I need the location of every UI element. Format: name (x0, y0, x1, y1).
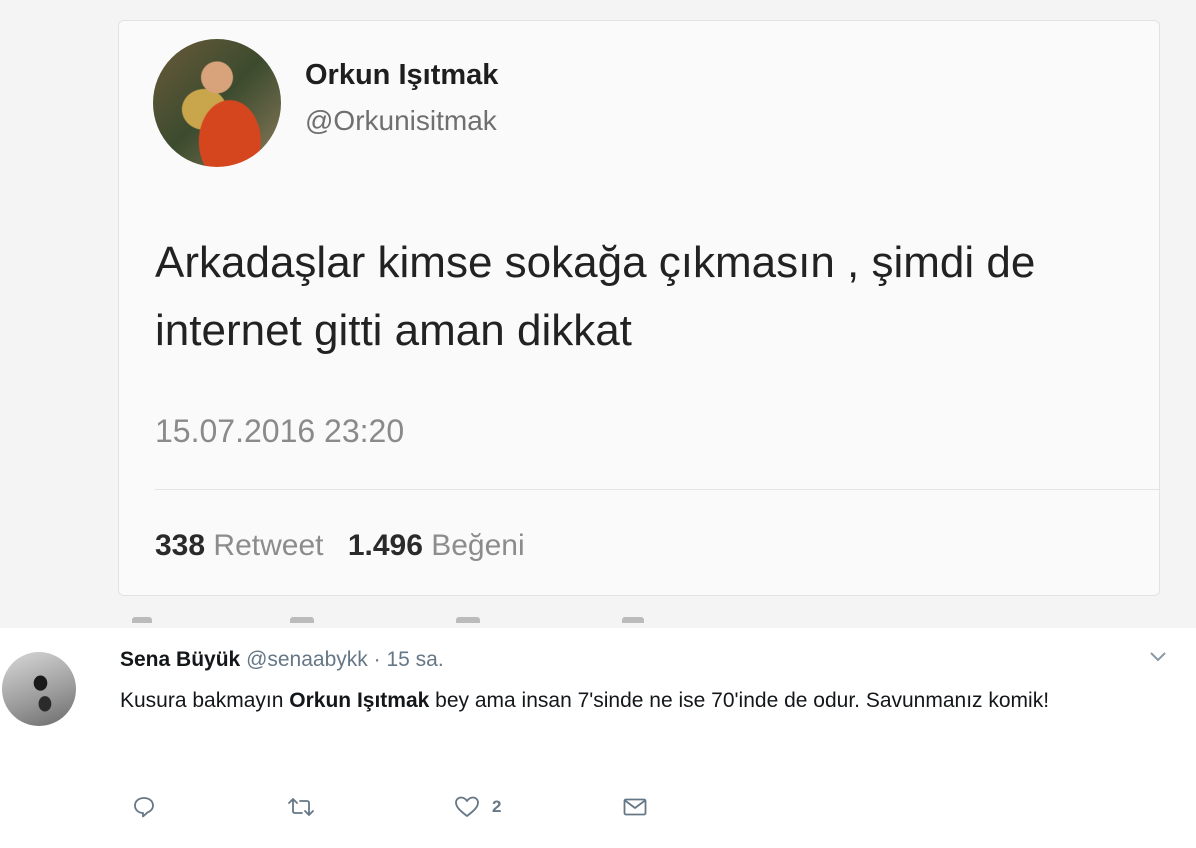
retweet-icon-peek (290, 617, 314, 623)
quoted-tweet-screenshot: Orkun Işıtmak @Orkunisitmak Arkadaşlar k… (118, 20, 1160, 596)
separator-dot: · (373, 648, 381, 671)
reply-text: Kusura bakmayın Orkun Işıtmak bey ama in… (120, 684, 1180, 718)
retweet-count: 338 (155, 529, 206, 562)
reply-icon (134, 797, 154, 818)
reply-avatar[interactable] (2, 652, 76, 726)
like-count: 1.496 (347, 529, 423, 562)
like-button[interactable]: 2 (454, 792, 501, 822)
reply-text-end: bey ama insan 7'sinde ne ise 70'inde de … (429, 689, 1050, 712)
reply-button[interactable] (132, 792, 156, 822)
retweet-label: Retweet (213, 529, 324, 562)
author-name: Orkun Işıtmak (305, 59, 499, 91)
like-label: Beğeni (431, 529, 525, 562)
reply-header: Sena Büyük @senaabykk · 15 sa. (120, 648, 444, 672)
mention[interactable]: Orkun Işıtmak (289, 689, 429, 712)
heart-icon-peek (456, 617, 480, 623)
author-avatar (153, 39, 281, 167)
envelope-icon-peek (622, 617, 644, 623)
reply-text-start: Kusura bakmayın (120, 689, 290, 712)
reply-icon-peek (132, 617, 152, 623)
reply-author-name[interactable]: Sena Büyük (120, 648, 240, 671)
reply-author-handle[interactable]: @senaabykk (246, 648, 368, 671)
retweet-icon (288, 798, 314, 816)
reply-time[interactable]: 15 sa. (386, 648, 443, 671)
retweet-button[interactable] (286, 792, 316, 822)
chevron-down-icon[interactable] (1146, 644, 1170, 668)
reply-tweet[interactable]: Sena Büyük @senaabykk · 15 sa. Kusura ba… (0, 628, 1196, 848)
divider (155, 489, 1159, 490)
heart-icon (455, 796, 479, 817)
tweet-datetime: 15.07.2016 23:20 (155, 413, 405, 449)
envelope-icon (623, 798, 647, 816)
reply-like-count: 2 (492, 797, 502, 816)
tweet-stats: 338 Retweet 1.496 Beğeni (155, 529, 525, 563)
author-handle: @Orkunisitmak (305, 105, 497, 136)
tweet-text: Arkadaşlar kimse sokağa çıkmasın , şimdi… (155, 238, 1036, 355)
direct-message-button[interactable] (622, 792, 648, 822)
